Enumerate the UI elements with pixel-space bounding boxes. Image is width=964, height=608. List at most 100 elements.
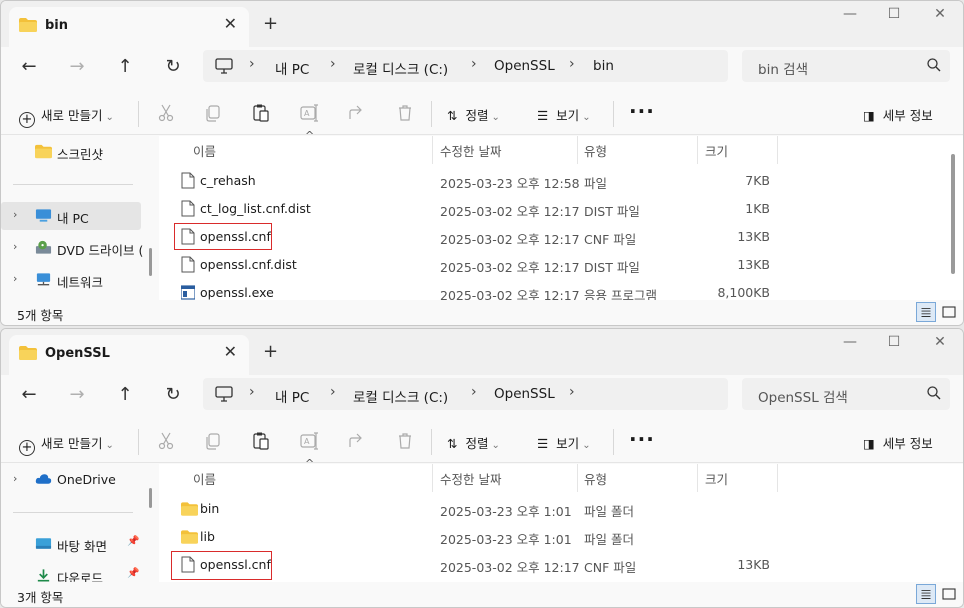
paste-icon[interactable] [251, 431, 271, 451]
navigation-pane: 스크린샷 › 내 PC › DVD 드라이브 ( › 네트워크 [1, 136, 159, 298]
pin-icon[interactable]: 📌 [127, 568, 139, 579]
share-icon[interactable] [347, 431, 367, 451]
chevron-right-icon[interactable]: › [13, 472, 17, 485]
close-window-icon[interactable]: ✕ [925, 6, 955, 22]
forward-arrow-icon[interactable]: → [63, 53, 91, 81]
nav-item-onedrive[interactable]: › OneDrive [1, 466, 141, 494]
file-row[interactable]: openssl.cnf.dist 2025-03-02 오후 12:17 DIS… [173, 250, 773, 278]
nav-item-network[interactable]: › 네트워크 [1, 266, 141, 294]
delete-icon[interactable] [395, 431, 415, 451]
minimize-icon[interactable]: — [835, 334, 865, 350]
column-header-size[interactable]: 크기 [705, 141, 728, 160]
new-button[interactable]: + 새로 만들기 ⌄ [19, 433, 114, 456]
file-list: ^ 이름 수정한 날짜 유형 크기 c_rehash 2025-03-23 오후… [159, 129, 963, 303]
nav-item-dvd-drive[interactable]: › DVD 드라이브 ( [1, 234, 143, 262]
sort-button[interactable]: ⇅ 정렬 ⌄ [447, 433, 500, 452]
new-tab-icon[interactable]: + [263, 13, 278, 34]
copy-icon[interactable] [203, 431, 223, 451]
breadcrumb-local-disk[interactable]: 로컬 디스크 (C:) [353, 58, 448, 78]
more-options-icon[interactable]: ··· [629, 99, 655, 123]
nav-scrollbar[interactable] [149, 488, 152, 508]
details-pane-button[interactable]: ◨ 세부 정보 [863, 105, 933, 124]
breadcrumb-openssl[interactable]: OpenSSL [494, 58, 555, 74]
file-list: ^ 이름 수정한 날짜 유형 크기 bin 2025-03-23 오후 1:01… [159, 457, 963, 584]
tiles-view-icon[interactable] [939, 584, 959, 604]
search-input[interactable]: OpenSSL 검색 [742, 378, 950, 410]
chevron-right-icon: › [330, 56, 336, 72]
nav-item-my-pc[interactable]: › 내 PC [1, 202, 141, 230]
nav-item-desktop[interactable]: 바탕 화면 📌 [1, 530, 141, 558]
pin-icon[interactable]: 📌 [127, 536, 139, 547]
address-bar[interactable]: › 내 PC › 로컬 디스크 (C:) › OpenSSL › bin [203, 50, 728, 82]
column-header-size[interactable]: 크기 [705, 469, 728, 488]
close-tab-icon[interactable]: ✕ [224, 14, 237, 33]
file-icon [181, 256, 195, 273]
back-arrow-icon[interactable]: ← [15, 53, 43, 81]
address-bar[interactable]: › 내 PC › 로컬 디스크 (C:) › OpenSSL › [203, 378, 728, 410]
refresh-icon[interactable]: ↻ [159, 381, 187, 409]
up-arrow-icon[interactable]: ↑ [111, 53, 139, 81]
breadcrumb-openssl[interactable]: OpenSSL [494, 386, 555, 402]
file-row[interactable]: lib 2025-03-23 오후 1:01 파일 폴더 [173, 522, 773, 550]
column-header-type[interactable]: 유형 [584, 469, 607, 488]
file-row[interactable]: c_rehash 2025-03-23 오후 12:58 파일 7KB [173, 166, 773, 194]
navigation-pane: › OneDrive 바탕 화면 📌 다운로드 📌 [1, 464, 159, 586]
maximize-icon[interactable]: ☐ [879, 6, 909, 22]
rename-icon[interactable]: A [299, 431, 319, 451]
chevron-right-icon[interactable]: › [13, 240, 17, 253]
more-options-icon[interactable]: ··· [629, 427, 655, 451]
view-button[interactable]: ☰ 보기 ⌄ [537, 105, 591, 124]
refresh-icon[interactable]: ↻ [159, 53, 187, 81]
cut-icon[interactable] [156, 103, 176, 123]
back-arrow-icon[interactable]: ← [15, 381, 43, 409]
share-icon[interactable] [347, 103, 367, 123]
minimize-icon[interactable]: — [835, 6, 865, 22]
nav-item-screenshots[interactable]: 스크린샷 [1, 138, 141, 166]
view-button[interactable]: ☰ 보기 ⌄ [537, 433, 591, 452]
rename-icon[interactable]: A [299, 103, 319, 123]
cut-icon[interactable] [156, 431, 176, 451]
breadcrumb-bin[interactable]: bin [593, 58, 614, 74]
maximize-icon[interactable]: ☐ [879, 334, 909, 350]
svg-text:A: A [304, 437, 310, 446]
column-header-name[interactable]: 이름 [193, 141, 216, 160]
details-view-icon[interactable] [916, 302, 936, 322]
details-view-icon[interactable] [916, 584, 936, 604]
column-header-name[interactable]: 이름 [193, 469, 216, 488]
copy-icon[interactable] [203, 103, 223, 123]
sort-button[interactable]: ⇅ 정렬 ⌄ [447, 105, 500, 124]
status-bar: 5개 항목 [1, 300, 963, 325]
search-input[interactable]: bin 검색 [742, 50, 950, 82]
folder-icon [181, 530, 198, 544]
cloud-icon [35, 474, 52, 484]
paste-icon[interactable] [251, 103, 271, 123]
tiles-view-icon[interactable] [939, 302, 959, 322]
tab-bin[interactable]: bin ✕ [9, 7, 249, 47]
nav-scrollbar[interactable] [149, 248, 152, 276]
plus-icon: + [19, 440, 35, 456]
column-header-type[interactable]: 유형 [584, 141, 607, 160]
file-row[interactable]: bin 2025-03-23 오후 1:01 파일 폴더 [173, 494, 773, 522]
breadcrumb-my-pc[interactable]: 내 PC [275, 386, 309, 406]
tab-openssl[interactable]: OpenSSL ✕ [9, 335, 249, 375]
sort-ascending-icon: ^ [305, 129, 315, 142]
chevron-right-icon: › [471, 384, 477, 400]
breadcrumb-my-pc[interactable]: 내 PC [275, 58, 309, 78]
column-header-date[interactable]: 수정한 날짜 [440, 469, 501, 488]
file-row[interactable]: ct_log_list.cnf.dist 2025-03-02 오후 12:17… [173, 194, 773, 222]
breadcrumb-local-disk[interactable]: 로컬 디스크 (C:) [353, 386, 448, 406]
new-tab-icon[interactable]: + [263, 341, 278, 362]
column-header-date[interactable]: 수정한 날짜 [440, 141, 501, 160]
explorer-window-openssl: OpenSSL ✕ + — ☐ ✕ ← → ↑ ↻ › 내 PC › 로컬 디스… [0, 328, 964, 608]
up-arrow-icon[interactable]: ↑ [111, 381, 139, 409]
close-window-icon[interactable]: ✕ [925, 334, 955, 350]
chevron-right-icon[interactable]: › [13, 272, 17, 285]
file-icon [181, 200, 195, 217]
chevron-right-icon[interactable]: › [13, 208, 17, 221]
forward-arrow-icon[interactable]: → [63, 381, 91, 409]
new-button[interactable]: + 새로 만들기 ⌄ [19, 105, 114, 128]
file-list-scrollbar[interactable] [951, 154, 955, 274]
details-pane-button[interactable]: ◨ 세부 정보 [863, 433, 933, 452]
close-tab-icon[interactable]: ✕ [224, 342, 237, 361]
delete-icon[interactable] [395, 103, 415, 123]
